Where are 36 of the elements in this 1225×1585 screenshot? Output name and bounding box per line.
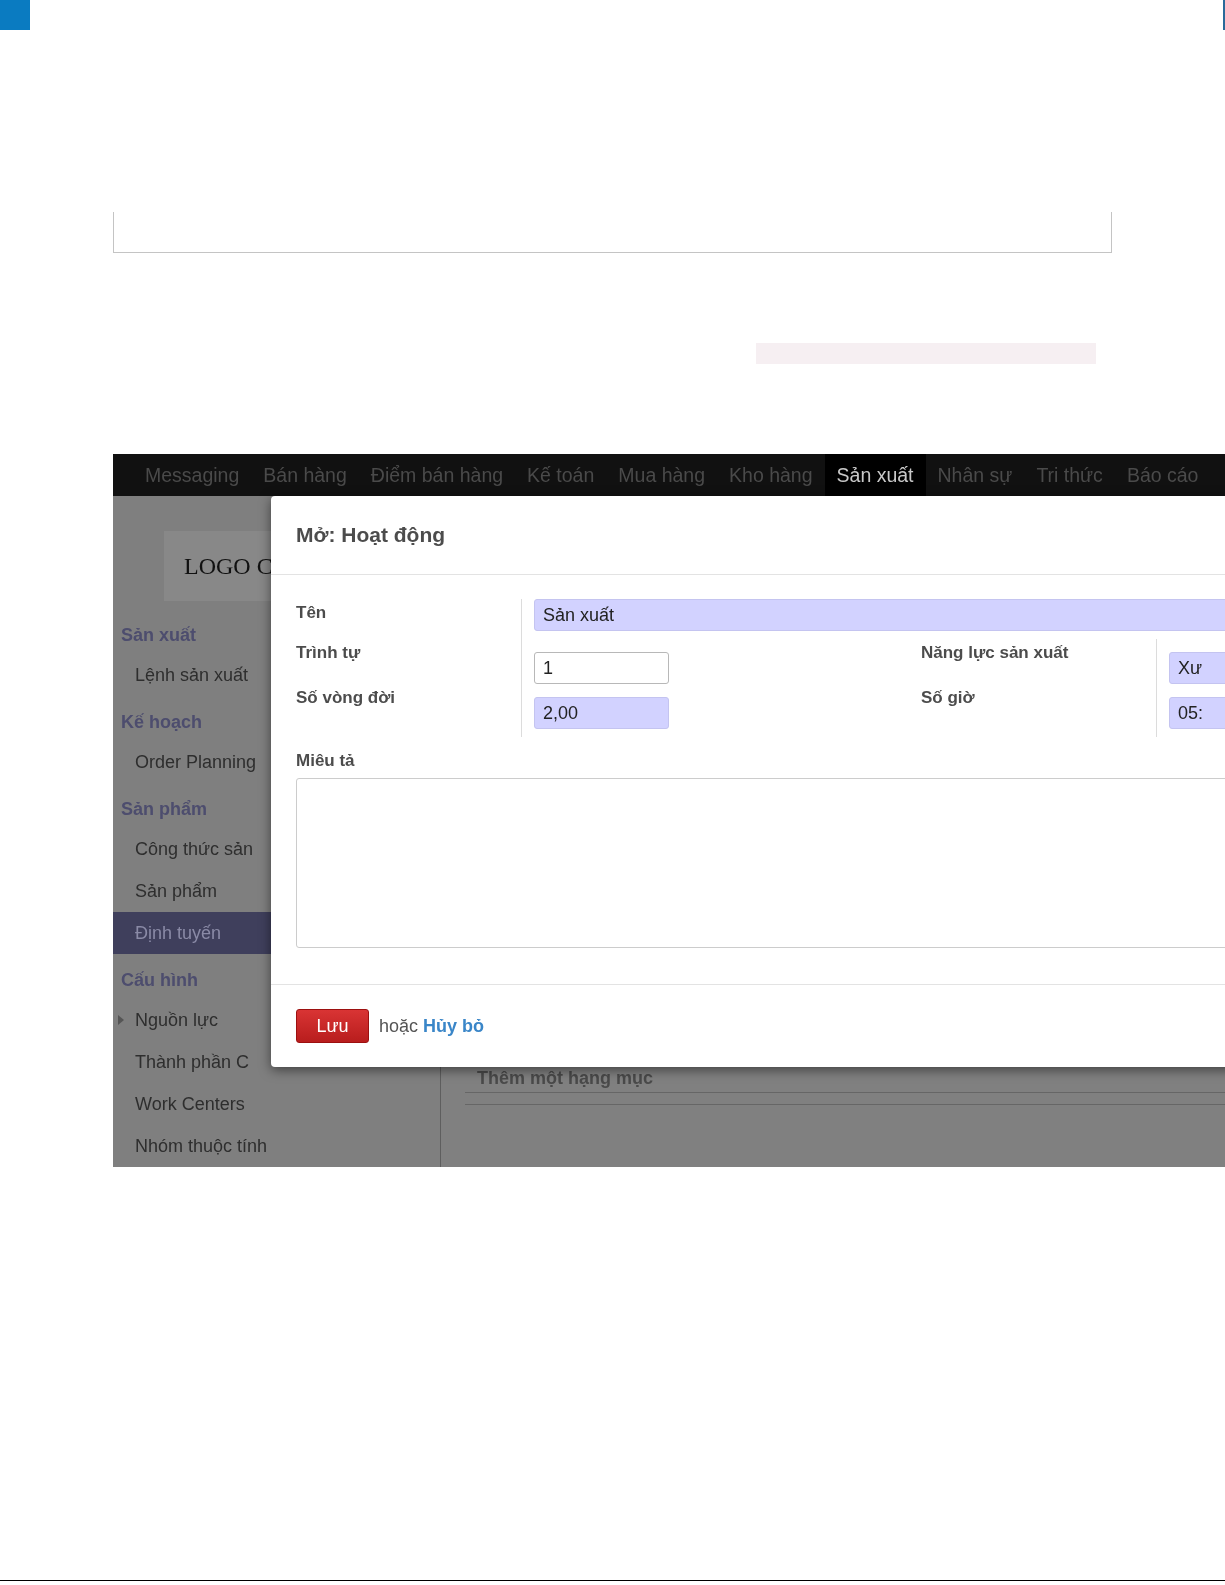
menu-tab[interactable]: Nhân sự bbox=[925, 454, 1025, 496]
corner-block bbox=[0, 0, 30, 30]
menu-tab[interactable]: Sản xuất bbox=[824, 454, 926, 496]
name-field[interactable]: Sản xuất bbox=[534, 599, 1225, 631]
field-label: Trình tự bbox=[296, 642, 362, 664]
description-field[interactable] bbox=[296, 778, 1225, 948]
sidebar-item[interactable]: Công thức sản bbox=[113, 828, 260, 870]
field-label: Năng lực sản xuất bbox=[921, 642, 1070, 664]
sidebar-item[interactable]: Nhóm thuộc tính bbox=[113, 1125, 274, 1167]
sidebar-item[interactable]: Sản phẩm bbox=[113, 870, 224, 912]
menu-tab[interactable]: Kế toán bbox=[515, 454, 607, 496]
field-label: Số giờ bbox=[921, 687, 976, 709]
sidebar-item[interactable]: Order Planning bbox=[113, 741, 263, 783]
menu-tab[interactable]: Báo cáo bbox=[1114, 454, 1211, 496]
menu-tab[interactable]: Mua hàng bbox=[606, 454, 718, 496]
field-label: Số vòng đời bbox=[296, 687, 396, 709]
sidebar-item[interactable]: Thành phần C bbox=[113, 1041, 256, 1083]
edge-line bbox=[1223, 0, 1225, 30]
cancel-link[interactable]: Hủy bỏ bbox=[423, 1015, 485, 1037]
save-button[interactable]: Lưu bbox=[296, 1009, 369, 1043]
input-field[interactable]: 1 bbox=[534, 652, 669, 684]
caret-icon bbox=[118, 1015, 124, 1025]
menu-tab[interactable]: Tri thức bbox=[1024, 454, 1115, 496]
field-label: Tên bbox=[296, 602, 328, 624]
input-field[interactable]: 05: bbox=[1169, 697, 1225, 729]
sidebar-item[interactable]: Lệnh sản xuất bbox=[113, 654, 255, 696]
sidebar-item[interactable]: Nguồn lực bbox=[113, 999, 225, 1041]
menu-tab[interactable]: Điểm bán hàng bbox=[358, 454, 516, 496]
menu-tab[interactable]: Kho hàng bbox=[717, 454, 825, 496]
menu-tab[interactable]: Bán hàng bbox=[251, 454, 359, 496]
menu-tab[interactable]: Messaging bbox=[133, 454, 252, 496]
input-field[interactable]: 2,00 bbox=[534, 697, 669, 729]
input-field[interactable]: Xư bbox=[1169, 652, 1225, 684]
field-label: Miêu tả bbox=[296, 751, 356, 771]
or-text: hoặc bbox=[379, 1015, 419, 1037]
sidebar-item[interactable]: Work Centers bbox=[113, 1083, 251, 1125]
